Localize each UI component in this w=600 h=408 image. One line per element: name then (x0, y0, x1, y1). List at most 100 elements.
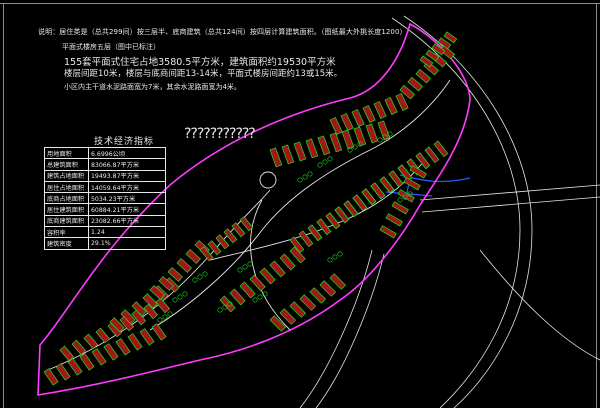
table-row: 居住建筑面积 60884.21平方米 (44, 203, 166, 216)
building-block (79, 353, 95, 371)
indicators-table: 用地面积 6.6996公顷 总建筑面积 83066.87平方米 建筑占地面积 1949… (44, 146, 166, 250)
building-block (351, 108, 365, 127)
table-value: 19493.87平方米 (88, 169, 166, 182)
building-block (83, 333, 99, 350)
tree-symbol (167, 311, 173, 317)
building-block (307, 224, 323, 242)
building-block (215, 234, 230, 250)
building-block (329, 132, 343, 153)
building-block (415, 68, 432, 84)
building-block (340, 112, 354, 131)
tree-symbol (377, 137, 383, 143)
tree-symbol (197, 274, 203, 280)
building-block (269, 260, 286, 278)
tree-symbol (247, 261, 253, 267)
table-key: 容积率 (44, 226, 89, 239)
tree-symbol (172, 297, 178, 303)
building-block (325, 212, 341, 230)
tree-symbol (177, 294, 183, 300)
building-block (415, 152, 431, 170)
building-block (384, 96, 398, 115)
tree-symbol (327, 257, 333, 263)
building-block (43, 368, 59, 386)
cad-drawing-canvas: 说明：居住类是（总共299间）按三层半、底商建筑（总共124间）按四层计算建筑面… (0, 0, 600, 408)
building-block (343, 200, 359, 218)
external-roads (299, 15, 600, 408)
table-key: 用地面积 (44, 146, 89, 160)
building-block (67, 358, 83, 376)
tree-symbol (397, 197, 403, 203)
tree-symbol (237, 267, 243, 273)
tree-symbol (202, 271, 208, 277)
table-row: 底商占地面积 5034.23平方米 (44, 192, 166, 205)
building-block (391, 201, 409, 215)
table-row: 建筑密度 29.1% (44, 237, 166, 250)
tree-symbol (192, 277, 198, 283)
note-line-2: 平面式楼房五层（图中已标注） (62, 43, 160, 51)
unreadable-label: ??????????? (184, 126, 256, 142)
building-block (299, 294, 317, 311)
tree-symbol (337, 251, 343, 257)
building-block (115, 338, 131, 356)
tree-symbol (257, 294, 263, 300)
building-block (334, 206, 350, 224)
building-block (385, 213, 403, 227)
tree-symbol (297, 177, 303, 183)
table-row: 建筑占地面积 19493.87平方米 (44, 169, 166, 182)
building-block (352, 194, 368, 212)
building-block (259, 267, 276, 285)
tree-symbol (327, 156, 333, 162)
building-block (91, 348, 107, 366)
table-row: 容积率 1.24 (44, 226, 166, 239)
table-key: 建筑密度 (44, 237, 89, 250)
building-block (317, 135, 331, 156)
table-key: 建筑占地面积 (44, 169, 89, 182)
table-value: 23082.66平方米 (88, 214, 166, 228)
tree-symbol (162, 314, 168, 320)
building-block (353, 126, 367, 147)
tree-symbol (317, 162, 323, 168)
building-block (207, 240, 222, 256)
building-block (329, 273, 347, 290)
indicators-table-title: 技术经济指标 (94, 137, 155, 147)
note-line-4: 楼层间距10米，楼层与底商间距13-14米，平面式楼房间距约13或15米。 (64, 69, 343, 79)
table-row: 用地面积 6.6996公顷 (44, 146, 166, 160)
building-block (424, 146, 440, 164)
table-key: 底商建筑面积 (44, 214, 89, 228)
building-block (319, 280, 337, 297)
note-line-1: 说明：居住类是（总共299间）按三层半、底商建筑（总共124间）按四层计算建筑面… (38, 28, 407, 36)
building-block (269, 147, 283, 168)
building-block (329, 116, 343, 135)
building-block (151, 323, 167, 341)
building-block (95, 327, 111, 344)
table-value: 14059.64平方米 (88, 180, 166, 194)
building-block (249, 274, 266, 292)
building-block (397, 189, 415, 203)
building-block (279, 253, 296, 271)
tree-symbol (307, 171, 313, 177)
table-value: 1.24 (88, 226, 166, 239)
building-block (139, 328, 155, 346)
building-block (407, 76, 424, 92)
table-key: 居住占地面积 (44, 180, 89, 194)
table-key: 居住建筑面积 (44, 203, 89, 216)
table-value: 6.6996公顷 (88, 146, 166, 160)
building-block (229, 288, 246, 306)
note-line-3: 155套平面式住宅占地3580.5平方米，建筑面积约19530平方米 (64, 57, 336, 68)
table-row: 总建筑面积 83066.87平方米 (44, 158, 166, 171)
building-block (379, 225, 397, 239)
table-value: 60884.21平方米 (88, 203, 166, 216)
building-block (370, 182, 386, 200)
table-row: 底商建筑面积 23082.66平方米 (44, 214, 166, 228)
tree-symbol (157, 317, 163, 323)
tree-symbol (302, 174, 308, 180)
building-block (269, 315, 287, 332)
note-line-5: 小区内主干道水泥路面宽为7米，其余水泥路面宽为4米。 (64, 83, 241, 91)
building-block (239, 216, 254, 232)
building-block (341, 129, 355, 150)
building-block (361, 188, 377, 206)
building-block (71, 339, 87, 356)
table-value: 83066.87平方米 (88, 158, 166, 171)
building-block (59, 345, 75, 362)
building-block (281, 144, 295, 165)
